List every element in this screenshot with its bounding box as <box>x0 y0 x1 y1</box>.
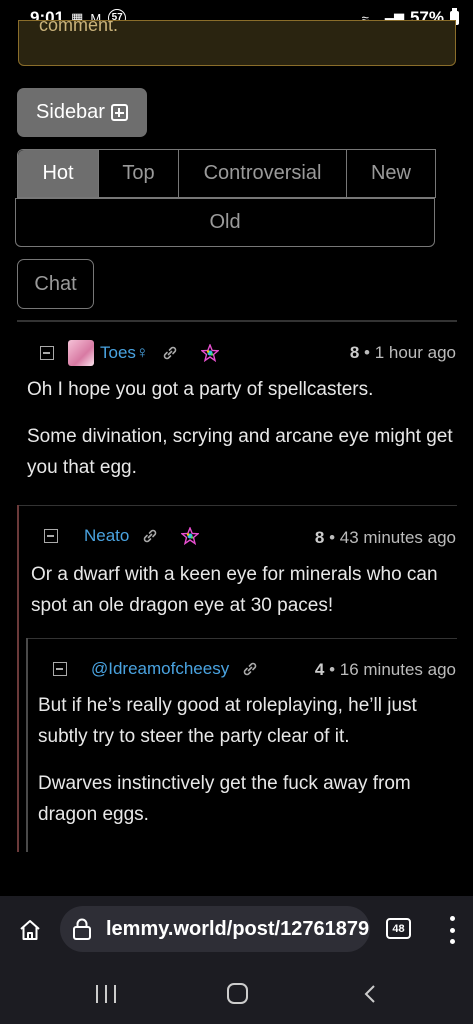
url-text: lemmy.world/post/12761879 <box>106 917 370 940</box>
divider <box>28 638 457 639</box>
comment-header: @Idreamofcheesy <box>53 659 281 679</box>
tab-top[interactable]: Top <box>99 150 179 197</box>
comment-header: Neato <box>44 526 200 546</box>
url-bar[interactable]: lemmy.world/post/12761879 <box>60 906 370 952</box>
chat-button[interactable]: Chat <box>17 259 94 309</box>
collapse-icon[interactable] <box>44 529 58 543</box>
comment-time: 16 minutes ago <box>339 660 456 679</box>
username[interactable]: @Idreamofcheesy <box>91 659 229 679</box>
comment-body: But if he’s really good at roleplaying, … <box>38 690 457 846</box>
comment-meta: 4 • 16 minutes ago <box>314 660 456 679</box>
instance-star-icon <box>181 527 200 545</box>
comment-score: 4 <box>314 660 325 679</box>
thread-line[interactable] <box>17 505 19 852</box>
comment-body: Or a dwarf with a keen eye for minerals … <box>31 559 457 637</box>
lock-icon <box>73 918 91 940</box>
comment-paragraph: Dwarves instinctively get the fuck away … <box>38 773 411 825</box>
divider <box>17 320 457 322</box>
plus-square-icon <box>110 104 128 121</box>
comment-paragraph: Oh I hope you got a party of spellcaster… <box>27 379 374 400</box>
tab-controversial[interactable]: Controversial <box>179 150 347 197</box>
tab-hot[interactable]: Hot <box>18 150 99 197</box>
comment-input-text: comment. <box>39 20 119 35</box>
divider <box>19 505 457 506</box>
comment-score: 8 <box>349 343 360 362</box>
collapse-icon[interactable] <box>40 346 54 360</box>
sort-tabs: Hot Top Controversial New <box>17 149 436 198</box>
comment-meta: 8 • 43 minutes ago <box>314 528 456 547</box>
browser-toolbar: lemmy.world/post/12761879 48 <box>0 896 473 964</box>
avatar[interactable] <box>68 340 94 366</box>
tab-old[interactable]: Old <box>15 198 435 247</box>
comment-paragraph: Or a dwarf with a keen eye for minerals … <box>31 564 438 616</box>
username[interactable]: Toes♀ <box>100 343 149 363</box>
home-button-icon[interactable] <box>227 983 248 1004</box>
system-navigation-bar <box>0 964 473 1024</box>
comment-time: 1 hour ago <box>374 343 456 362</box>
more-menu-icon[interactable] <box>445 916 459 944</box>
tab-switcher-button[interactable]: 48 <box>386 918 411 939</box>
comment-header: Toes♀ <box>40 340 219 366</box>
instance-star-icon <box>200 344 219 362</box>
comment-time: 43 minutes ago <box>339 528 456 547</box>
link-icon[interactable] <box>161 344 179 362</box>
collapse-icon[interactable] <box>53 662 67 676</box>
link-icon[interactable] <box>241 660 259 678</box>
comment-paragraph: But if he’s really good at roleplaying, … <box>38 695 417 747</box>
home-icon[interactable] <box>18 918 42 942</box>
comment-input-box[interactable]: comment. <box>18 20 456 66</box>
sidebar-button[interactable]: Sidebar <box>17 88 147 137</box>
comment-score: 8 <box>314 528 325 547</box>
link-icon[interactable] <box>141 527 159 545</box>
username[interactable]: Neato <box>84 526 129 546</box>
comment-body: Oh I hope you got a party of spellcaster… <box>27 374 457 499</box>
comment-paragraph: Some divination, scrying and arcane eye … <box>27 426 453 478</box>
tab-new[interactable]: New <box>347 150 435 197</box>
recent-apps-icon[interactable] <box>96 985 116 1003</box>
sidebar-button-label: Sidebar <box>36 101 105 123</box>
thread-line[interactable] <box>26 638 28 852</box>
comment-meta: 8 • 1 hour ago <box>349 343 456 362</box>
back-icon[interactable] <box>362 984 378 1004</box>
